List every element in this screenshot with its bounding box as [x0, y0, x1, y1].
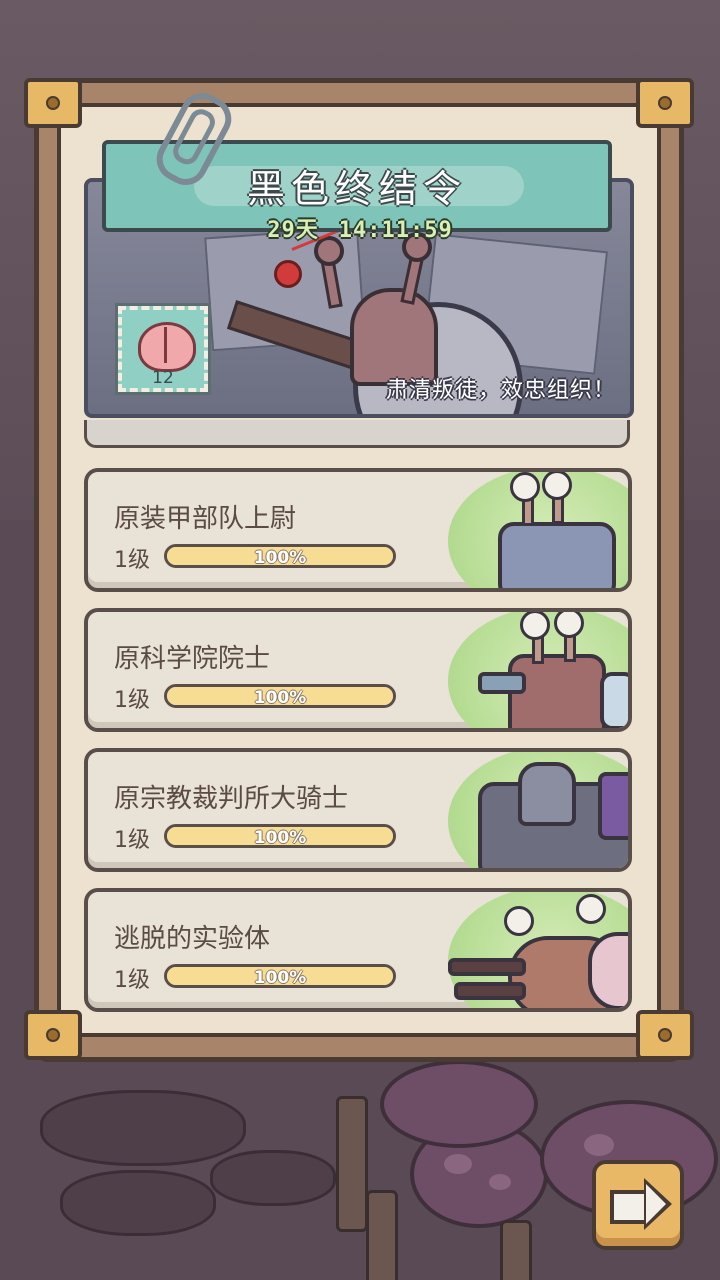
background-post — [500, 1220, 532, 1280]
progress-bar: 100% — [164, 544, 396, 568]
character-level: 1级 — [114, 968, 150, 993]
list-item-partial — [84, 420, 630, 448]
background-post — [336, 1096, 368, 1232]
reward-count: 12 — [152, 368, 174, 388]
background-stone — [40, 1090, 246, 1166]
character-level: 1级 — [114, 548, 150, 573]
progress-text: 100% — [253, 828, 307, 848]
progress-bar: 100% — [164, 964, 396, 988]
character-card[interactable]: 原装甲部队上尉 1级 100% — [84, 468, 632, 592]
character-level: 1级 — [114, 828, 150, 853]
game-screen: 黑色终结令 29天 14:11:59 12 肃清叛徒，效忠组织！ 原装甲部队上尉 … — [0, 0, 720, 1280]
background-post — [366, 1190, 398, 1280]
next-button[interactable] — [592, 1160, 684, 1250]
character-level: 1级 — [114, 688, 150, 713]
progress-text: 100% — [253, 968, 307, 988]
frame-corner-bracket — [636, 78, 694, 128]
frame-corner-bracket — [24, 78, 82, 128]
character-name: 原装甲部队上尉 — [114, 504, 297, 534]
reward-stamp[interactable]: 12 — [115, 303, 211, 395]
character-name: 逃脱的实验体 — [114, 924, 271, 954]
character-card[interactable]: 原宗教裁判所大骑士 1级 100% — [84, 748, 632, 872]
countdown-days: 29天 — [267, 218, 319, 243]
character-name: 原宗教裁判所大骑士 — [114, 784, 349, 814]
character-card[interactable]: 逃脱的实验体 1级 100% — [84, 888, 632, 1012]
progress-bar: 100% — [164, 824, 396, 848]
background-stone — [210, 1150, 336, 1206]
progress-text: 100% — [253, 688, 307, 708]
background-stone — [60, 1170, 216, 1236]
progress-text: 100% — [253, 548, 307, 568]
frame-corner-bracket — [24, 1010, 82, 1060]
frame-corner-bracket — [636, 1010, 694, 1060]
event-countdown: 29天 14:11:59 — [0, 212, 720, 244]
character-name: 原科学院院士 — [114, 644, 271, 674]
progress-bar: 100% — [164, 684, 396, 708]
event-slogan: 肃清叛徒，效忠组织！ — [385, 378, 616, 403]
character-list[interactable]: 原装甲部队上尉 1级 100% 原科学院院士 1级 100% 原宗教裁判所大骑士… — [84, 420, 634, 1020]
character-card[interactable]: 原科学院院士 1级 100% — [84, 608, 632, 732]
brain-icon — [138, 322, 196, 372]
map-pin-icon — [274, 260, 302, 288]
background-mushroom — [380, 1060, 538, 1148]
countdown-clock: 14:11:59 — [338, 218, 453, 243]
